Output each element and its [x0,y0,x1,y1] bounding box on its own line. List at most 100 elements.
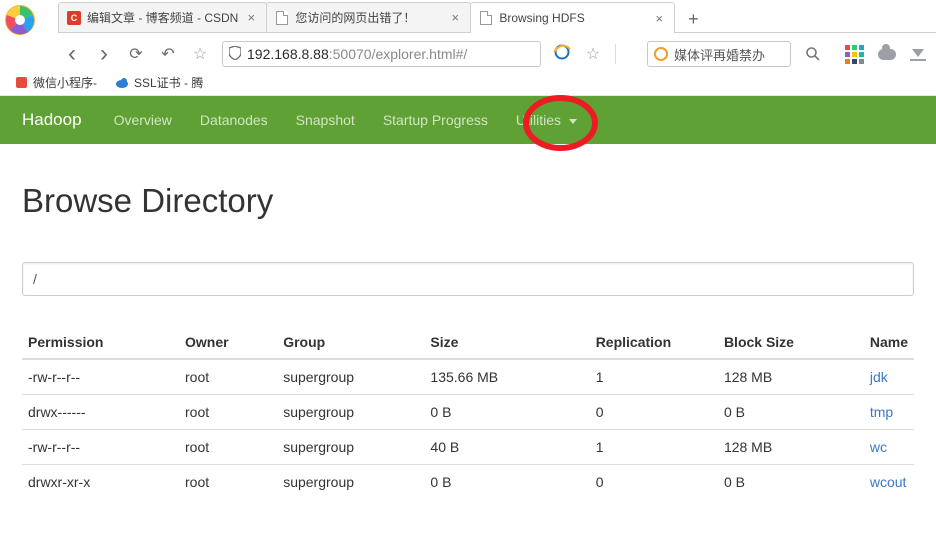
browser-chrome: C 编辑文章 - 博客频道 - CSDN × 您访问的网页出错了！ × Brow… [0,0,936,70]
chevron-down-icon [569,119,577,124]
favorite-star-icon[interactable]: ☆ [583,44,603,64]
nav-overview[interactable]: Overview [114,112,172,128]
cell-size: 0 B [424,465,589,500]
tab-strip: C 编辑文章 - 博客频道 - CSDN × 您访问的网页出错了！ × Brow… [58,0,936,33]
search-text: 媒体评再婚禁办 [674,45,765,64]
cell-group: supergroup [277,465,424,500]
cell-size: 135.66 MB [424,359,589,395]
cell-permission: drwx------ [22,395,179,430]
file-link[interactable]: wcout [870,474,907,490]
col-replication: Replication [590,326,718,359]
browser-tab[interactable]: C 编辑文章 - 博客频道 - CSDN × [58,2,267,32]
browser-tab[interactable]: 您访问的网页出错了！ × [266,2,471,32]
address-bar[interactable]: 192.168.8.88:50070/explorer.html#/ [222,41,541,67]
cell-owner: root [179,430,277,465]
nav-snapshot[interactable]: Snapshot [296,112,355,128]
shield-icon [229,46,241,63]
browser-tab[interactable]: Browsing HDFS × [470,2,675,33]
cell-replication: 0 [590,465,718,500]
address-host: 192.168.8.88 [247,46,329,62]
table-row: -rw-r--r--rootsupergroup40 B1128 MB wc [22,430,914,465]
nav-utilities-dropdown[interactable]: Utilities [516,112,577,128]
bookmark-item[interactable]: 微信小程序- [14,74,97,91]
nav-utilities-label: Utilities [516,112,561,128]
file-icon [479,11,493,25]
cell-permission: -rw-r--r-- [22,359,179,395]
cell-replication: 1 [590,430,718,465]
nav-datanodes[interactable]: Datanodes [200,112,268,128]
cloud-icon[interactable] [878,49,896,60]
cell-owner: root [179,395,277,430]
file-link[interactable]: tmp [870,404,893,420]
search-engine-icon [654,47,668,61]
search-box[interactable]: 媒体评再婚禁办 [647,41,791,67]
bookmark-label: SSL证书 - 腾 [134,74,203,91]
cell-name: wcout [864,465,914,500]
page-title: Browse Directory [22,182,914,220]
cell-name: wc [864,430,914,465]
table-row: drwx------rootsupergroup0 B00 Btmp [22,395,914,430]
forward-button[interactable]: › [94,44,114,64]
brand-label[interactable]: Hadoop [22,110,82,130]
cell-block-size: 128 MB [718,359,864,395]
file-link[interactable]: jdk [870,369,888,385]
undo-button[interactable]: ↶ [158,44,178,64]
bookmark-label: 微信小程序- [33,74,97,91]
tab-title: Browsing HDFS [499,11,646,25]
file-link[interactable]: wc [870,439,887,455]
cell-permission: drwxr-xr-x [22,465,179,500]
hadoop-navbar: Hadoop Overview Datanodes Snapshot Start… [0,96,936,144]
col-block-size: Block Size [718,326,864,359]
cell-block-size: 0 B [718,395,864,430]
bookmark-star-icon[interactable]: ☆ [190,44,210,64]
ie-compat-icon[interactable] [553,43,571,66]
nav-startup-progress[interactable]: Startup Progress [383,112,488,128]
address-path: :50070/explorer.html#/ [329,46,468,62]
col-name: Name [864,326,914,359]
search-button[interactable] [803,44,823,64]
separator [615,44,635,64]
cell-block-size: 0 B [718,465,864,500]
reload-button[interactable]: ⟳ [126,44,146,64]
tab-close-icon[interactable]: × [652,11,666,26]
cell-permission: -rw-r--r-- [22,430,179,465]
cell-owner: root [179,359,277,395]
cell-size: 0 B [424,395,589,430]
cell-owner: root [179,465,277,500]
cell-name: jdk [864,359,914,395]
col-permission: Permission [22,326,179,359]
tab-title: 编辑文章 - 博客频道 - CSDN [87,9,238,26]
back-button[interactable]: ‹ [62,44,82,64]
toolbar-right [835,45,926,64]
cell-group: supergroup [277,359,424,395]
cell-block-size: 128 MB [718,430,864,465]
cell-name: tmp [864,395,914,430]
csdn-icon: C [67,11,81,25]
directory-table: Permission Owner Group Size Replication … [22,326,914,499]
tab-close-icon[interactable]: × [244,10,258,25]
cell-group: supergroup [277,395,424,430]
table-row: drwxr-xr-xrootsupergroup0 B00 Bwcout [22,465,914,500]
download-icon[interactable] [910,47,926,61]
bookmarks-bar: 微信小程序- SSL证书 - 腾 [0,70,936,96]
bookmark-item[interactable]: SSL证书 - 腾 [115,74,203,91]
path-input[interactable] [22,262,914,296]
file-icon [275,11,289,25]
cloud-icon [115,76,129,90]
col-group: Group [277,326,424,359]
cell-replication: 1 [590,359,718,395]
tab-title: 您访问的网页出错了！ [295,9,442,26]
address-text: 192.168.8.88:50070/explorer.html#/ [247,46,467,62]
browser-logo [0,0,40,40]
col-size: Size [424,326,589,359]
cell-group: supergroup [277,430,424,465]
tab-close-icon[interactable]: × [448,10,462,25]
apps-grid-icon[interactable] [845,45,864,64]
cell-size: 40 B [424,430,589,465]
toolbar: ‹ › ⟳ ↶ ☆ 192.168.8.88:50070/explorer.ht… [0,36,936,72]
cell-replication: 0 [590,395,718,430]
col-owner: Owner [179,326,277,359]
new-tab-button[interactable]: + [680,6,706,32]
page-content: Browse Directory Permission Owner Group … [0,144,936,499]
bookmark-icon [14,76,28,90]
